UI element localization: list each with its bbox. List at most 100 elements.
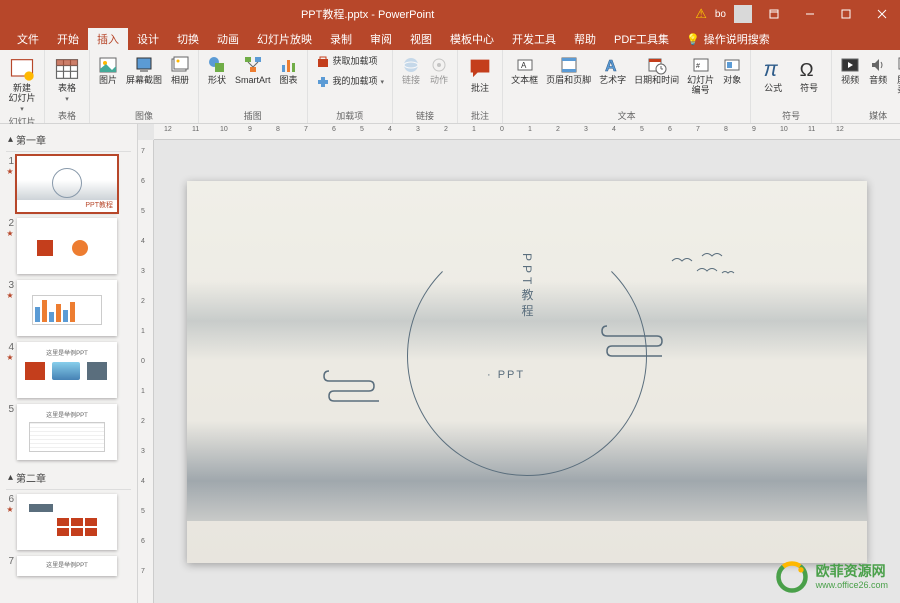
minimize-button[interactable] [796,0,824,28]
maximize-button[interactable] [832,0,860,28]
menu-developer[interactable]: 开发工具 [503,28,565,50]
slide-thumbnail-6[interactable] [17,494,117,550]
tell-me-search[interactable]: 💡 操作说明搜索 [686,31,770,47]
chart-icon [279,55,299,75]
pictures-button[interactable]: 图片 [96,53,120,88]
textbox-icon: A [515,55,535,75]
section-header-1[interactable]: ▴ 第一章 [6,128,131,152]
menu-slideshow[interactable]: 幻灯片放映 [248,28,321,50]
store-icon [316,55,330,69]
equation-button[interactable]: π 公式 [757,53,789,96]
dropdown-arrow-icon: ▾ [381,78,385,86]
slide-number-button[interactable]: # 幻灯片编号 [685,53,716,98]
workspace: ▴ 第一章 1 ★ PPT教程 2 ★ [0,124,900,603]
svg-text:π: π [764,58,779,81]
dropdown-arrow-icon: ▾ [20,105,24,113]
addin-icon [316,75,330,89]
group-label-symbols: 符号 [782,109,800,122]
vertical-ruler[interactable]: 765432101234567 [138,140,154,603]
birds-decoration [667,251,747,296]
thumb-number: 2 [6,218,14,229]
symbol-icon: Ω [795,55,823,83]
textbox-button[interactable]: A 文本框 [509,53,540,88]
group-label-addins: 加载项 [336,109,363,122]
smartart-button[interactable]: SmartArt [233,53,273,88]
shapes-icon [207,55,227,75]
menu-help[interactable]: 帮助 [565,28,605,50]
datetime-icon [647,55,667,75]
wordart-button[interactable]: A 艺术字 [597,53,628,88]
table-icon [53,55,81,83]
thumb-number: 4 [6,342,14,353]
animation-star-icon: ★ [6,505,13,514]
album-icon [170,55,190,75]
menu-design[interactable]: 设计 [128,28,168,50]
get-addins-button[interactable]: 获取加载项 [314,53,380,71]
thumbnail-panel[interactable]: ▴ 第一章 1 ★ PPT教程 2 ★ [0,124,138,603]
slide-thumbnail-4[interactable]: 这里是举例PPT [17,342,117,398]
object-button[interactable]: 对象 [720,53,744,88]
link-button[interactable]: 链接 [399,53,423,88]
warning-icon[interactable]: ⚠ [695,6,707,22]
new-slide-button[interactable]: 新建幻灯片 ▾ [6,53,38,115]
action-button[interactable]: 动作 [427,53,451,88]
group-label-images: 图像 [135,109,153,122]
slide-thumbnail-7[interactable]: 这里是举例PPT [17,556,117,576]
animation-star-icon: ★ [6,229,13,238]
video-button[interactable]: 视频 [838,53,862,88]
group-label-links: 链接 [416,109,434,122]
menu-review[interactable]: 审阅 [361,28,401,50]
slide-thumbnail-3[interactable] [17,280,117,336]
horizontal-ruler[interactable]: 1211109876543210123456789101112 [154,124,900,140]
table-button[interactable]: 表格 ▾ [51,53,83,105]
menu-template[interactable]: 模板中心 [441,28,503,50]
shapes-button[interactable]: 形状 [205,53,229,88]
screen-rec-icon [896,55,900,75]
datetime-button[interactable]: 日期和时间 [632,53,681,88]
audio-button[interactable]: 音频 [866,53,890,88]
menu-record[interactable]: 录制 [321,28,361,50]
screen-recording-button[interactable]: 屏幕录制 [894,53,900,98]
close-button[interactable] [868,0,896,28]
menu-pdf[interactable]: PDF工具集 [605,28,678,50]
svg-text:A: A [521,61,527,70]
watermark-name: 欧菲资源网 [816,563,888,580]
screenshot-button[interactable]: 屏幕截图 [124,53,164,88]
equation-icon: π [759,55,787,83]
menu-view[interactable]: 视图 [401,28,441,50]
watermark-logo-icon [774,559,810,595]
menu-file[interactable]: 文件 [8,28,48,50]
comment-button[interactable]: 批注 [464,53,496,96]
section-header-2[interactable]: ▴ 第二章 [6,466,131,490]
menu-animations[interactable]: 动画 [208,28,248,50]
symbol-button[interactable]: Ω 符号 [793,53,825,96]
ribbon-display-button[interactable] [760,0,788,28]
user-avatar[interactable] [734,5,752,23]
bulb-icon: 💡 [686,33,700,46]
animation-star-icon: ★ [6,167,13,176]
current-slide[interactable]: PPT教程 · PPT [187,181,867,563]
my-addins-button[interactable]: 我的加载项 ▾ [314,73,387,91]
svg-text:Ω: Ω [800,59,814,80]
album-button[interactable]: 相册 [168,53,192,88]
thumb-number: 7 [6,556,14,567]
group-label-tables: 表格 [58,109,76,122]
menu-transitions[interactable]: 切换 [168,28,208,50]
slide-thumbnail-2[interactable] [17,218,117,274]
group-label-media: 媒体 [869,109,887,122]
thumb-number: 6 [6,494,14,505]
slide-thumbnail-1[interactable]: PPT教程 [17,156,117,212]
comment-icon [466,55,494,83]
cloud-decoration [319,356,419,411]
video-icon [840,55,860,75]
slide-canvas[interactable]: PPT教程 · PPT [154,140,900,603]
collapse-icon: ▴ [8,134,13,145]
animation-star-icon: ★ [6,291,13,300]
menu-home[interactable]: 开始 [48,28,88,50]
chart-button[interactable]: 图表 [277,53,301,88]
header-footer-button[interactable]: 页眉和页脚 [544,53,593,88]
slide-thumbnail-5[interactable]: 这里是举例PPT [17,404,117,460]
menu-insert[interactable]: 插入 [88,28,128,50]
new-slide-icon [8,55,36,83]
pictures-icon [98,55,118,75]
